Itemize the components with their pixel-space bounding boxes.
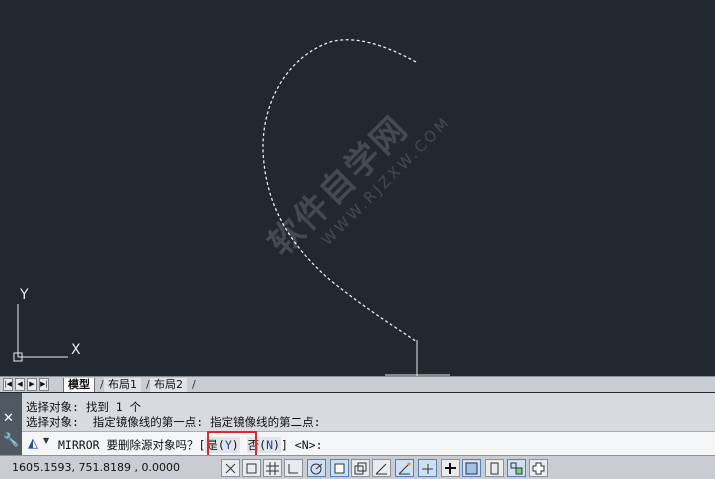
command-line[interactable]: ◭ ▼ MIRROR 要删除源对象吗？[是(Y) 否(N)] <N>: bbox=[22, 431, 715, 455]
tab-layout2[interactable]: 布局2 bbox=[150, 378, 187, 392]
drawing-canvas[interactable]: Y X 软件自学网 WWW.RJZXW.COM bbox=[0, 0, 715, 376]
infer-icon[interactable] bbox=[221, 459, 240, 477]
ortho-icon[interactable] bbox=[284, 459, 303, 477]
mirror-icon: ◭ bbox=[28, 436, 38, 451]
grid-icon[interactable] bbox=[263, 459, 282, 477]
layout-tab-bar: |◀ ◀ ▶ ▶| 模型 / 布局1 / 布局2 / bbox=[0, 376, 715, 392]
3dosnap-icon[interactable] bbox=[351, 459, 370, 477]
status-bar: 1605.1593, 751.8189 , 0.0000 bbox=[0, 455, 715, 479]
last-tab-icon[interactable]: ▶| bbox=[39, 378, 49, 391]
am-icon[interactable] bbox=[529, 459, 548, 477]
history-line: 选择对象: 找到 1 个 bbox=[26, 400, 142, 414]
first-tab-icon[interactable]: |◀ bbox=[3, 378, 13, 391]
option-no-close: ) bbox=[273, 438, 280, 452]
command-prompt: MIRROR 要删除源对象吗？[是(Y) 否(N)] <N>: bbox=[58, 437, 323, 453]
tab-model[interactable]: 模型 bbox=[63, 378, 95, 392]
dyn-icon[interactable] bbox=[418, 459, 437, 477]
polar-icon[interactable] bbox=[307, 459, 326, 477]
option-no-key: N bbox=[266, 438, 274, 452]
ducs-icon[interactable] bbox=[395, 459, 414, 477]
coordinates-readout: 1605.1593, 751.8189 , 0.0000 bbox=[12, 461, 180, 474]
ucs-x-label: X bbox=[71, 342, 81, 358]
wrench-icon[interactable]: 🔧 bbox=[3, 433, 19, 448]
qp-icon[interactable] bbox=[485, 459, 504, 477]
prompt-suffix: ] <N>: bbox=[280, 438, 323, 452]
prompt-prefix: MIRROR 要删除源对象吗？[ bbox=[58, 438, 206, 452]
command-history: 选择对象: 找到 1 个 选择对象: 指定镜像线的第一点: 指定镜像线的第二点: bbox=[0, 393, 715, 431]
next-tab-icon[interactable]: ▶ bbox=[27, 378, 37, 391]
ucs-y-label: Y bbox=[20, 287, 29, 303]
command-side-panel: ✕ 🔧 bbox=[0, 393, 22, 455]
ucs-icon bbox=[13, 304, 68, 362]
transparency-icon[interactable] bbox=[462, 459, 481, 477]
close-icon[interactable]: ✕ bbox=[3, 411, 14, 426]
osnap-icon[interactable] bbox=[330, 459, 349, 477]
otrack-icon[interactable] bbox=[372, 459, 391, 477]
tab-separator: / bbox=[192, 378, 196, 391]
history-line: 选择对象: 指定镜像线的第一点: 指定镜像线的第二点: bbox=[26, 415, 321, 429]
sc-icon[interactable] bbox=[507, 459, 526, 477]
prev-tab-icon[interactable]: ◀ bbox=[15, 378, 25, 391]
snap-icon[interactable] bbox=[242, 459, 261, 477]
chevron-down-icon[interactable]: ▼ bbox=[43, 436, 49, 445]
lineweight-icon[interactable] bbox=[441, 459, 460, 477]
tab-layout1[interactable]: 布局1 bbox=[104, 378, 141, 392]
